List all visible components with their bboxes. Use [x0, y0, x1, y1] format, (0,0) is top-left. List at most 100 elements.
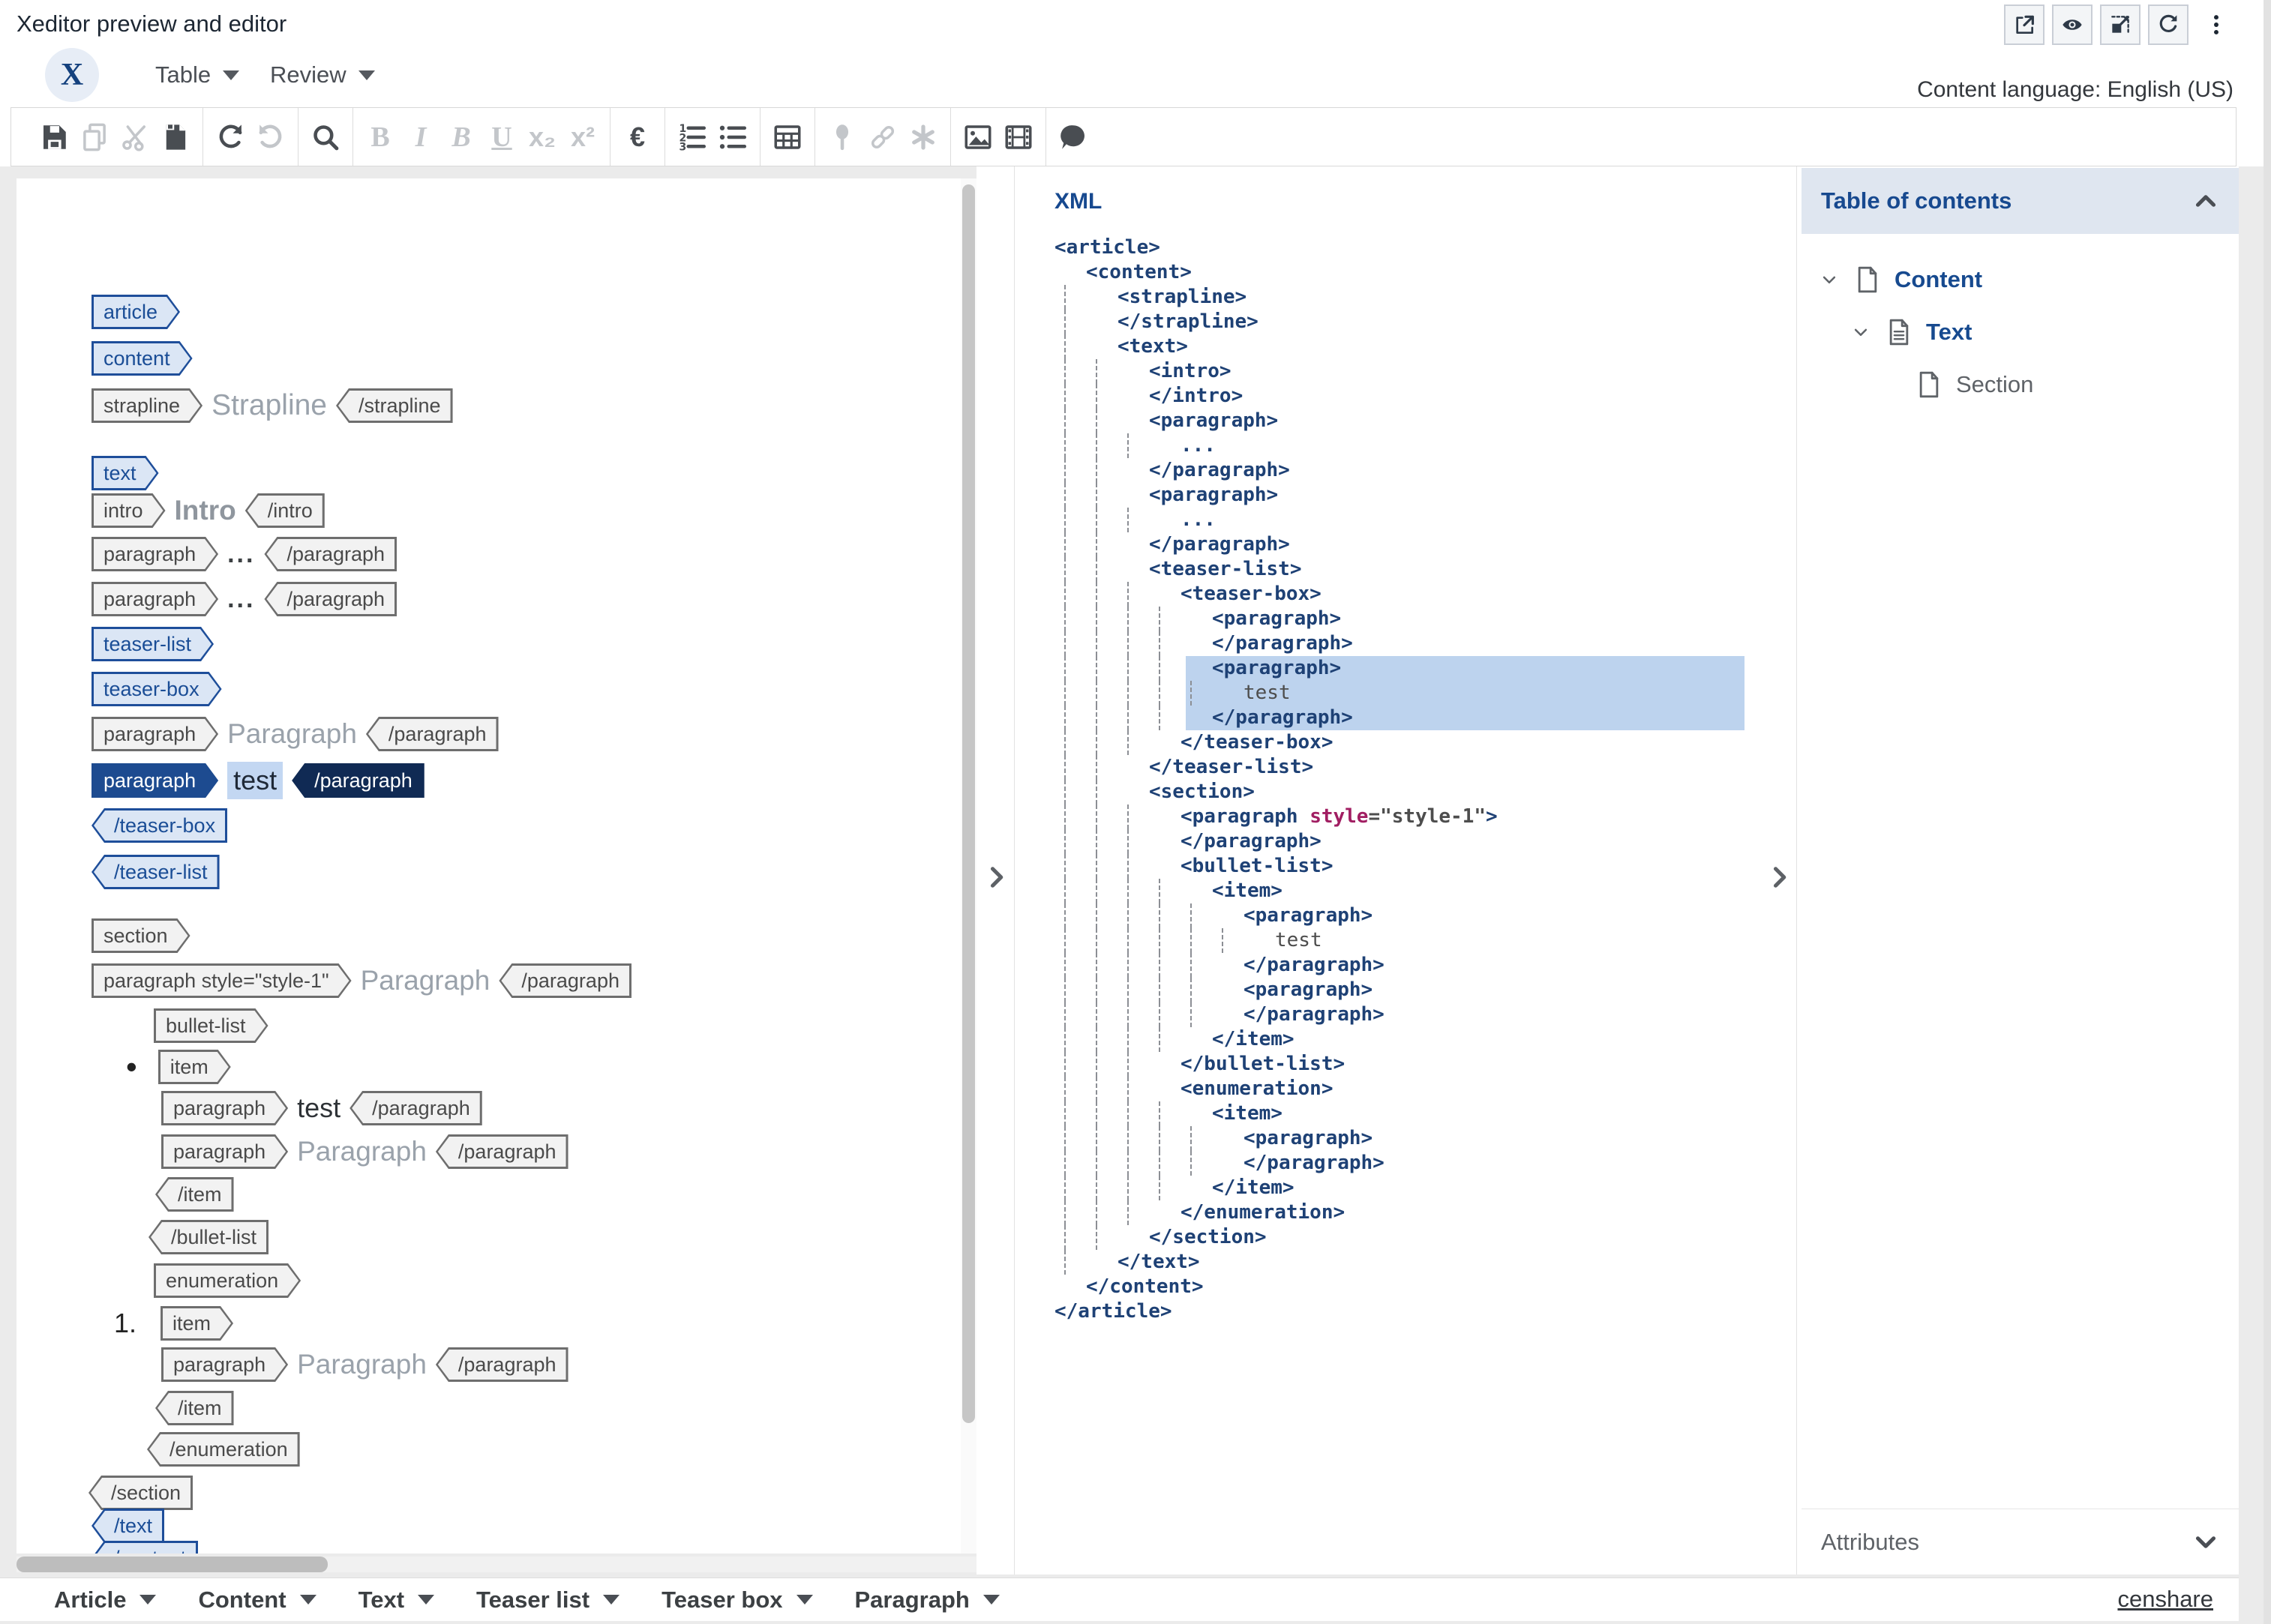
opening-tag-pill[interactable]: strapline [92, 388, 202, 423]
text-content[interactable]: test [297, 1092, 340, 1124]
path-dropdown-text[interactable]: Text [358, 1587, 434, 1614]
closing-tag-pill[interactable]: /paragraph [366, 717, 499, 751]
open-external-icon[interactable] [2004, 4, 2044, 45]
path-dropdown-teaser-box[interactable]: Teaser box [662, 1587, 812, 1614]
opening-tag-pill[interactable]: paragraph [92, 582, 218, 616]
collapse-left-panel-button[interactable] [981, 862, 1011, 892]
opening-tag-pill[interactable]: paragraph style="style-1" [92, 963, 352, 998]
indent-guide [1096, 953, 1097, 978]
closing-tag-pill[interactable]: /paragraph [292, 763, 424, 798]
kebab-menu-icon[interactable] [2204, 12, 2229, 37]
save-button[interactable] [34, 113, 74, 161]
euro-button[interactable]: € [617, 113, 658, 161]
table-button[interactable] [767, 113, 808, 161]
undo-button[interactable] [210, 113, 250, 161]
closing-tag-pill[interactable]: /text [92, 1509, 164, 1543]
paste-button[interactable] [155, 113, 196, 161]
footnote-button[interactable] [903, 113, 944, 161]
opening-tag-pill[interactable]: content [92, 341, 193, 376]
closing-tag-pill[interactable]: /paragraph [264, 537, 397, 571]
anchor-button[interactable] [822, 113, 862, 161]
selected-text[interactable]: test [227, 762, 283, 799]
subscript-button[interactable]: x₂ [522, 113, 562, 161]
resize-window-icon[interactable] [2100, 4, 2140, 45]
path-dropdown-teaser-list[interactable]: Teaser list [476, 1587, 620, 1614]
preview-eye-icon[interactable] [2052, 4, 2092, 45]
vertical-scrollbar-thumb[interactable] [962, 184, 975, 1423]
video-button[interactable] [998, 113, 1039, 161]
chevron-down-icon[interactable] [2192, 1529, 2219, 1556]
xml-source-panel[interactable]: XML <article><content><strapline></strap… [1015, 166, 1796, 1575]
closing-tag-pill[interactable]: /item [155, 1391, 234, 1425]
toc-header[interactable]: Table of contents [1802, 168, 2239, 234]
toc-item-section[interactable]: Section [1914, 367, 2033, 402]
search-button[interactable] [305, 113, 346, 161]
closing-tag-pill[interactable]: /strapline [336, 388, 453, 423]
xml-line: <teaser-list> [1054, 557, 1774, 582]
opening-tag-pill[interactable]: paragraph [161, 1091, 288, 1125]
refresh-icon[interactable] [2148, 4, 2188, 45]
cut-button[interactable] [115, 113, 155, 161]
opening-tag-pill[interactable]: paragraph [161, 1134, 288, 1169]
opening-tag-pill[interactable]: paragraph [92, 717, 218, 751]
opening-tag-pill[interactable]: article [92, 295, 180, 329]
opening-tag-pill[interactable]: text [92, 456, 159, 490]
opening-tag-pill[interactable]: enumeration [154, 1263, 301, 1298]
copy-button[interactable] [74, 113, 115, 161]
chevron-down-icon[interactable] [1850, 321, 1872, 343]
indent-guide [1190, 1002, 1192, 1027]
closing-tag-pill[interactable]: /bullet-list [148, 1220, 268, 1254]
closing-tag-pill[interactable]: /section [88, 1476, 193, 1510]
closing-tag-pill[interactable]: /content [92, 1541, 198, 1554]
opening-tag-pill[interactable]: intro [92, 493, 166, 528]
chevron-down-icon[interactable] [1818, 268, 1840, 291]
closing-tag-pill[interactable]: /paragraph [436, 1134, 568, 1169]
bold-italic-button[interactable]: B [441, 113, 482, 161]
opening-tag-pill[interactable]: teaser-box [92, 672, 222, 706]
menu-table[interactable]: Table [155, 61, 239, 88]
superscript-button[interactable]: x² [562, 113, 603, 161]
closing-tag-pill[interactable]: /paragraph [436, 1347, 568, 1382]
path-dropdown-paragraph[interactable]: Paragraph [855, 1587, 1000, 1614]
image-button[interactable] [958, 113, 998, 161]
visual-editor-panel[interactable]: articlecontentstraplineStrapline/strapli… [16, 178, 976, 1554]
censhare-brand-link[interactable]: censhare [2117, 1586, 2213, 1613]
unordered-list-button[interactable] [712, 113, 753, 161]
closing-tag-pill[interactable]: /paragraph [264, 582, 397, 616]
opening-tag-pill[interactable]: paragraph [92, 537, 218, 571]
xml-line-selected: </paragraph> [1054, 706, 1774, 730]
opening-tag-pill[interactable]: item [158, 1050, 231, 1084]
closing-tag-pill[interactable]: /teaser-box [92, 808, 227, 843]
indent-guide [1096, 532, 1097, 557]
indent-guide [1064, 1027, 1066, 1052]
horizontal-scrollbar-thumb[interactable] [16, 1557, 328, 1572]
comment-button[interactable] [1053, 113, 1094, 161]
menu-review[interactable]: Review [270, 61, 375, 88]
closing-tag-pill[interactable]: /paragraph [350, 1091, 482, 1125]
opening-tag-pill[interactable]: section [92, 918, 190, 953]
closing-tag-pill[interactable]: /intro [245, 493, 325, 528]
toc-item-content[interactable]: Content [1818, 262, 1982, 297]
opening-tag-pill[interactable]: bullet-list [154, 1008, 268, 1043]
chevron-up-icon[interactable] [2192, 187, 2219, 214]
toc-item-label: Text [1926, 319, 1972, 346]
opening-tag-pill[interactable]: item [160, 1306, 233, 1341]
italic-button[interactable]: I [400, 113, 441, 161]
closing-tag-pill[interactable]: /paragraph [499, 963, 632, 998]
editor-row: enumeration [154, 1263, 301, 1298]
opening-tag-pill[interactable]: paragraph [161, 1347, 288, 1382]
opening-tag-pill[interactable]: teaser-list [92, 627, 214, 661]
closing-tag-pill[interactable]: /enumeration [147, 1432, 300, 1467]
underline-button[interactable]: U [482, 113, 522, 161]
attributes-header[interactable]: Attributes [1802, 1509, 2239, 1575]
path-dropdown-article[interactable]: Article [54, 1587, 156, 1614]
closing-tag-pill[interactable]: /item [155, 1177, 234, 1212]
path-dropdown-content[interactable]: Content [198, 1587, 316, 1614]
bold-button[interactable]: B [360, 113, 400, 161]
closing-tag-pill[interactable]: /teaser-list [92, 855, 220, 889]
redo-button[interactable] [250, 113, 291, 161]
opening-tag-pill[interactable]: paragraph [92, 763, 218, 798]
link-button[interactable] [862, 113, 903, 161]
toc-item-text[interactable]: Text [1850, 315, 1972, 349]
ordered-list-button[interactable]: 123 [672, 113, 712, 161]
